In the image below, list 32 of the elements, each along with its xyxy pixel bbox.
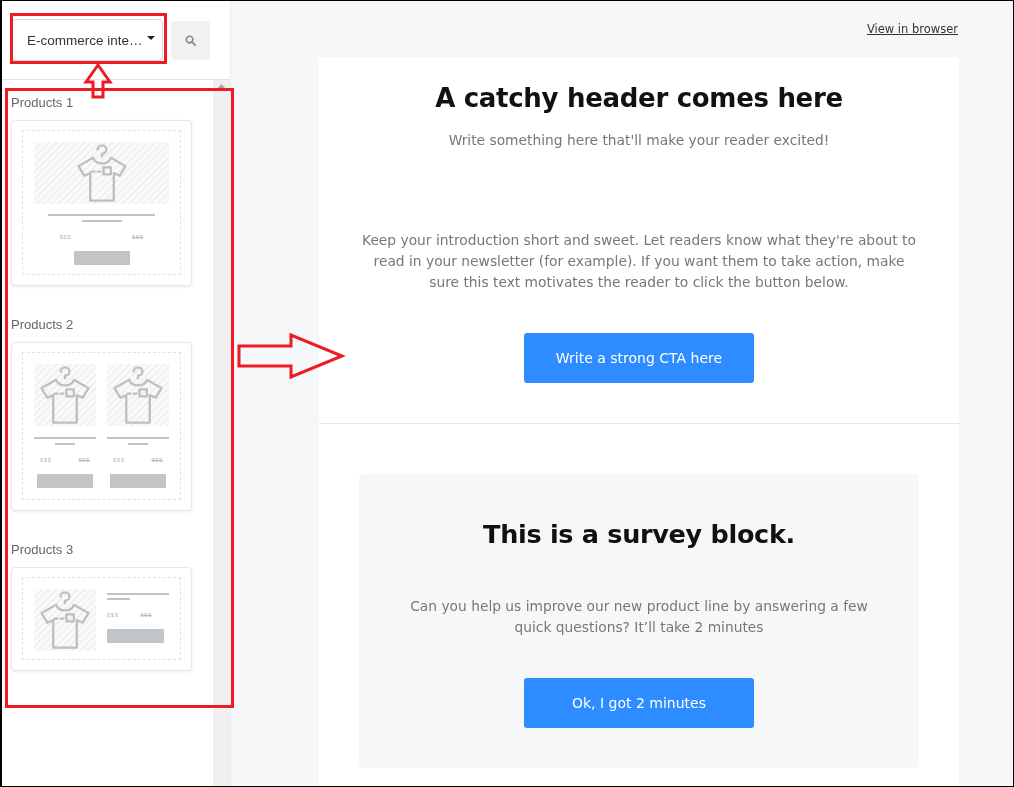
caret-icon <box>146 36 155 40</box>
survey-text: Can you help us improve our new product line by answering a few quick questions? It’ll take 2 minutes <box>409 597 869 637</box>
scrollbar[interactable] <box>213 80 230 786</box>
scroll-up-icon <box>218 84 225 88</box>
shirt-icon <box>40 366 90 424</box>
shirt-icon <box>113 366 163 424</box>
text-placeholder-line <box>55 443 75 445</box>
email-subtitle: Write something here that'll make your reader excited! <box>448 131 830 150</box>
template-label: Products 2 <box>11 317 74 333</box>
annotation-arrow <box>84 63 112 99</box>
survey-title: This is a survey block. <box>483 518 795 551</box>
button-placeholder <box>73 251 130 265</box>
survey-button[interactable]: Ok, I got 2 minutes <box>524 678 754 728</box>
text-placeholder-line <box>128 443 148 445</box>
shirt-icon <box>76 144 127 202</box>
intro-text: Keep your introduction short and sweet. Let readers know what they're about to read in your newsletter (for example). If you want them to take action, make sure this text motivates the reader to click the button below. <box>361 231 917 292</box>
shirt-icon <box>40 591 90 649</box>
button-placeholder <box>110 474 166 488</box>
search-icon <box>185 34 196 46</box>
button-placeholder <box>107 629 164 643</box>
search-button[interactable] <box>171 20 210 60</box>
view-in-browser-link[interactable]: View in browser <box>866 21 958 37</box>
template-label: Products 3 <box>11 542 74 558</box>
cta-button[interactable]: Write a strong CTA here <box>524 333 754 383</box>
text-placeholder-line <box>81 220 122 222</box>
text-placeholder-line <box>34 437 96 439</box>
button-placeholder <box>37 474 93 488</box>
text-placeholder-line <box>107 598 130 600</box>
text-placeholder-line <box>107 593 169 595</box>
template-label: Products 1 <box>11 95 74 111</box>
email-title: A catchy header comes here <box>435 82 843 115</box>
text-placeholder-line <box>107 437 169 439</box>
